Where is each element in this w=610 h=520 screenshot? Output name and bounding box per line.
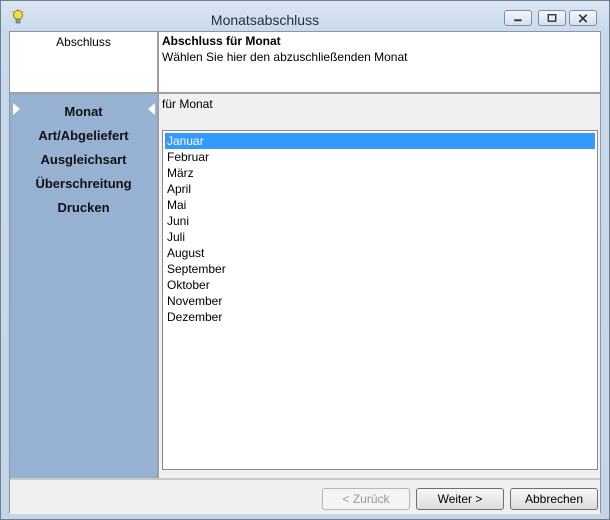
header-section: Abschluss	[10, 32, 159, 92]
cancel-button[interactable]: Abbrechen	[510, 488, 598, 510]
wizard-steps-sidebar: Monat Art/Abgeliefert Ausgleichsart Über…	[10, 94, 159, 478]
list-item-juni[interactable]: Juni	[165, 213, 595, 229]
month-label: für Monat	[162, 97, 213, 111]
list-item-april[interactable]: April	[165, 181, 595, 197]
restore-button[interactable]	[538, 10, 566, 26]
list-item-januar[interactable]: Januar	[165, 133, 595, 149]
list-item-november[interactable]: November	[165, 293, 595, 309]
sidebar-item-monat[interactable]: Monat	[10, 104, 157, 119]
minimize-button[interactable]	[504, 10, 532, 26]
wizard-header: Abschluss Abschluss für Monat Wählen Sie…	[10, 32, 600, 94]
page-title: Abschluss für Monat	[162, 34, 281, 48]
list-item-august[interactable]: August	[165, 245, 595, 261]
list-item-mai[interactable]: Mai	[165, 197, 595, 213]
wizard-window: Monatsabschluss Abschluss Abschluss für …	[0, 0, 610, 520]
back-button[interactable]: < Zurück	[322, 488, 410, 510]
sidebar-item-art-abgeliefert[interactable]: Art/Abgeliefert	[10, 128, 157, 143]
sidebar-item-ausgleichsart[interactable]: Ausgleichsart	[10, 152, 157, 167]
header-section-label: Abschluss	[56, 35, 111, 49]
close-button[interactable]	[569, 10, 597, 26]
list-item-september[interactable]: September	[165, 261, 595, 277]
next-button[interactable]: Weiter >	[416, 488, 504, 510]
sidebar-item-ueberschreitung[interactable]: Überschreitung	[10, 176, 157, 191]
wizard-content: für Monat Januar Februar März April Mai …	[159, 94, 600, 478]
close-icon	[578, 14, 588, 23]
minimize-icon	[514, 19, 522, 22]
sidebar-item-drucken[interactable]: Drucken	[10, 200, 157, 215]
page-description: Wählen Sie hier den abzuschließenden Mon…	[162, 50, 408, 64]
wizard-client: Abschluss Abschluss für Monat Wählen Sie…	[9, 31, 601, 514]
button-bar: < Zurück Weiter > Abbrechen	[10, 478, 600, 514]
list-item-maerz[interactable]: März	[165, 165, 595, 181]
list-item-februar[interactable]: Februar	[165, 149, 595, 165]
month-listbox[interactable]: Januar Februar März April Mai Juni Juli …	[162, 130, 598, 470]
window-title: Monatsabschluss	[210, 12, 320, 28]
list-item-juli[interactable]: Juli	[165, 229, 595, 245]
restore-icon	[547, 14, 557, 22]
list-item-dezember[interactable]: Dezember	[165, 309, 595, 325]
list-item-oktober[interactable]: Oktober	[165, 277, 595, 293]
title-bar[interactable]: Monatsabschluss	[1, 1, 609, 31]
